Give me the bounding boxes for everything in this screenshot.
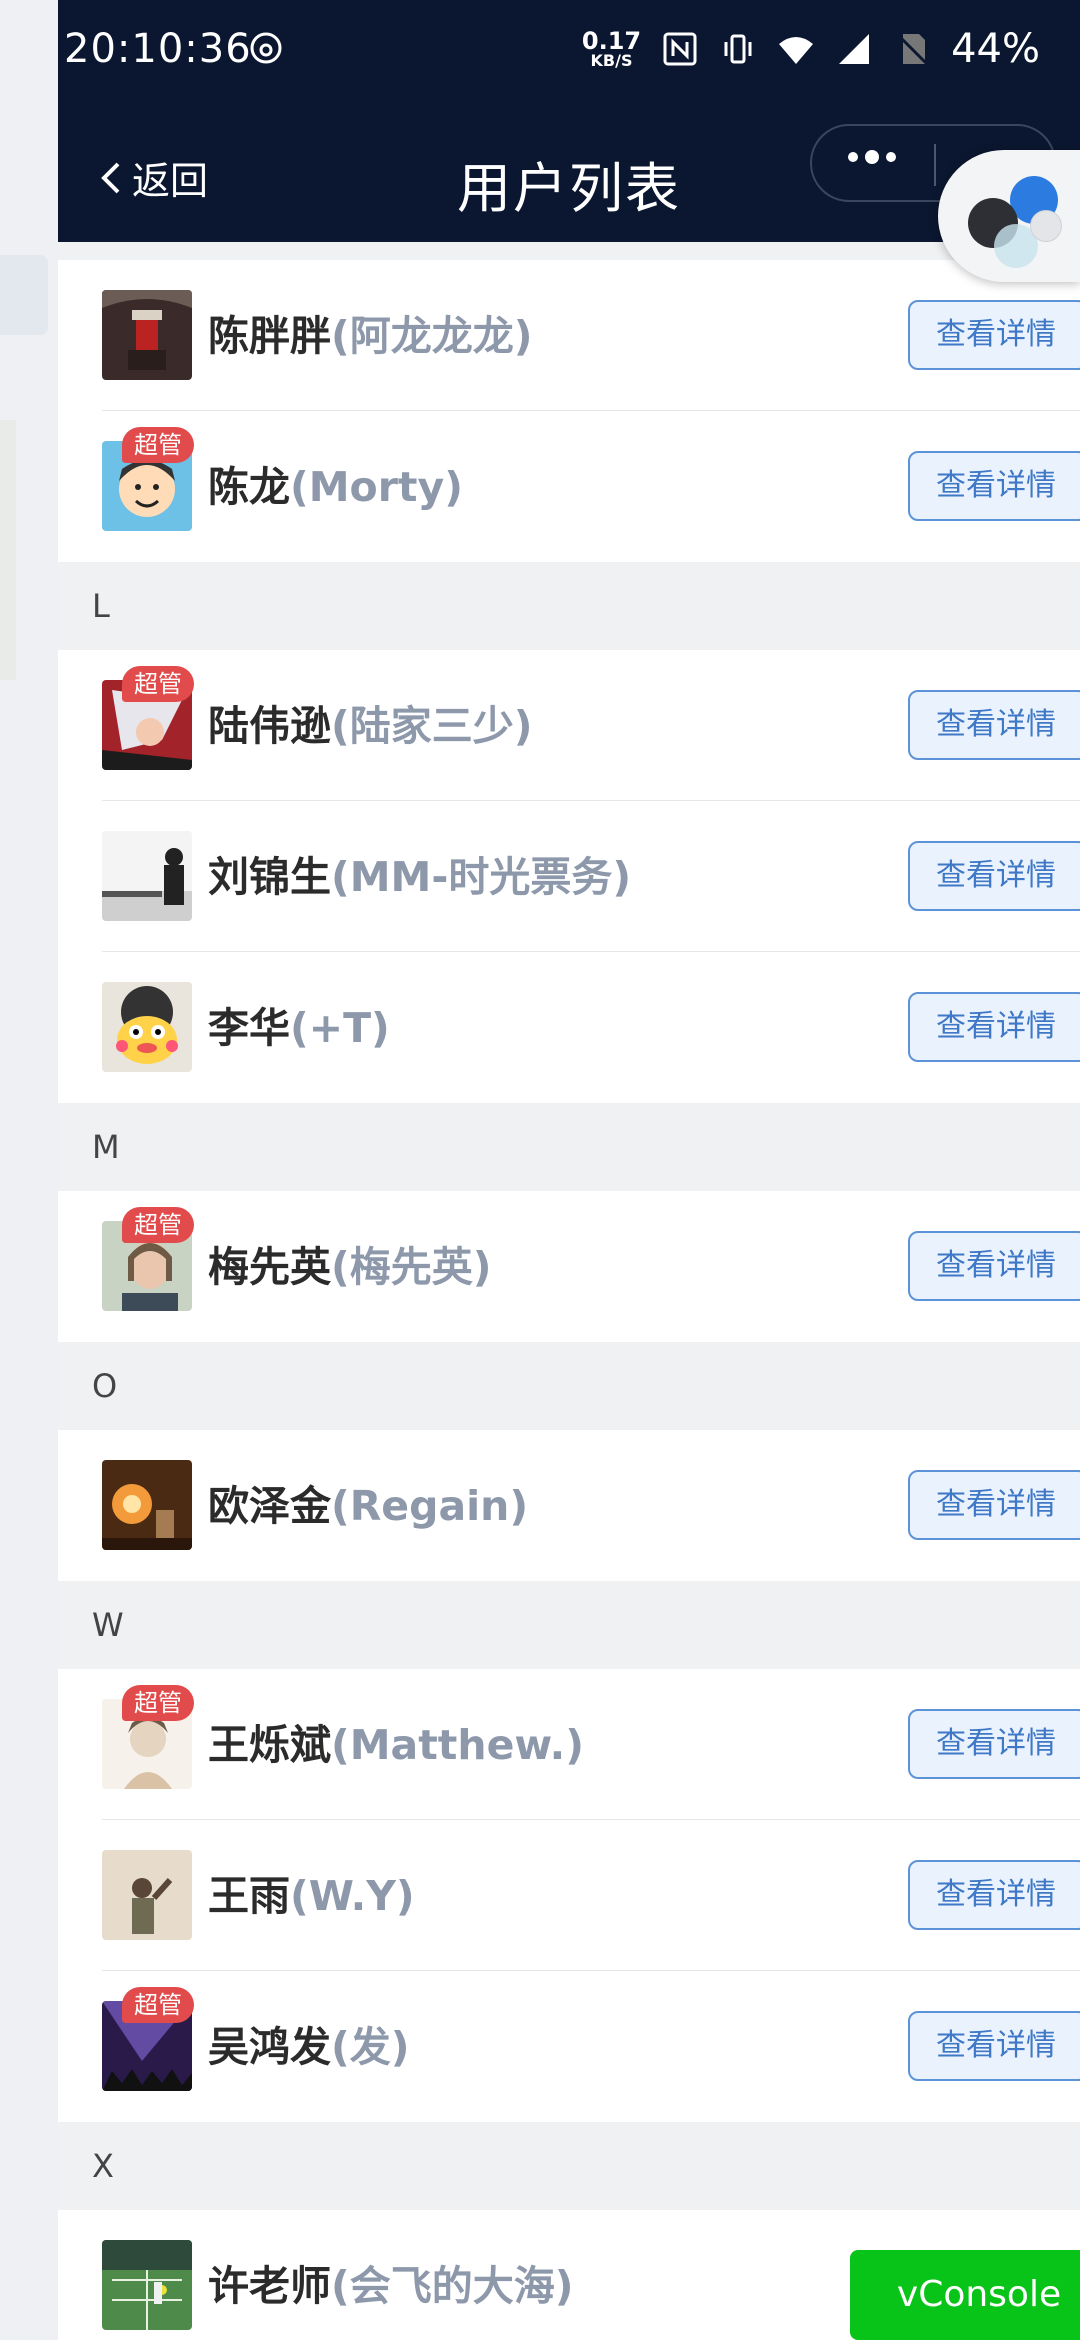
netease-music-icon (250, 32, 282, 64)
view-details-button[interactable]: 查看详情 (908, 992, 1080, 1062)
admin-badge: 超管 (122, 427, 194, 463)
previous-page-block (0, 255, 48, 335)
user-avatar (102, 290, 192, 380)
view-details-button[interactable]: 查看详情 (908, 2011, 1080, 2081)
status-icons: 0.17 KB/S 44% (582, 26, 1040, 72)
user-real-name: 陆伟逊 (208, 702, 331, 750)
admin-badge: 超管 (122, 1987, 194, 2023)
vibrate-icon (724, 34, 752, 64)
user-row: 超管 陆伟逊(陆家三少) 查看详情 (58, 650, 1080, 801)
battery-level: 44% (951, 26, 1040, 72)
user-avatar (102, 1460, 192, 1550)
nfc-icon (663, 32, 697, 66)
user-avatar (102, 2240, 192, 2330)
user-nickname: (会飞的大海) (331, 2262, 574, 2310)
list-top-gap (58, 242, 1080, 260)
user-nickname: (阿龙龙龙) (331, 312, 533, 360)
admin-badge: 超管 (122, 1207, 194, 1243)
user-real-name: 王烁斌 (208, 1721, 331, 1769)
user-nickname: (Matthew.) (331, 1721, 584, 1769)
user-avatar (102, 982, 192, 1072)
user-list: 陈胖胖(阿龙龙龙) 查看详情 超管 陈龙(Morty) 查看详情 L 超管 陆伟逊(陆家三少)… (58, 242, 1080, 2340)
network-speed-unit: KB/S (590, 51, 633, 70)
view-details-button[interactable]: 查看详情 (908, 1470, 1080, 1540)
user-name: 刘锦生(MM-时光票务) (208, 851, 631, 903)
user-real-name: 陈龙 (208, 463, 290, 511)
user-name: 陈胖胖(阿龙龙龙) (208, 310, 532, 362)
more-dot (886, 152, 896, 162)
user-name: 许老师(会飞的大海) (208, 2260, 573, 2312)
view-details-button[interactable]: 查看详情 (908, 690, 1080, 760)
capsule-separator (934, 144, 936, 186)
user-real-name: 吴鸿发 (208, 2023, 331, 2071)
navigation-bar: 返回 用户列表 (58, 110, 1080, 242)
user-row: 超管 王烁斌(Matthew.) 查看详情 (58, 1669, 1080, 1820)
view-details-button[interactable]: 查看详情 (908, 1709, 1080, 1779)
view-details-button[interactable]: 查看详情 (908, 300, 1080, 370)
user-nickname: (MM-时光票务) (331, 853, 632, 901)
previous-page-block (0, 420, 16, 680)
user-real-name: 许老师 (208, 2262, 331, 2310)
user-real-name: 李华 (208, 1004, 290, 1052)
user-nickname: (Morty) (290, 463, 463, 511)
user-nickname: (发) (331, 2023, 410, 2071)
user-name: 王雨(W.Y) (208, 1870, 415, 1922)
no-sim-icon (898, 34, 929, 66)
user-nickname: (Regain) (331, 1482, 529, 1530)
floating-assistant-button[interactable] (938, 150, 1080, 282)
user-list-page: 20:10:36 0.17 KB/S 44% 返回 用户列表 陈胖胖(阿龙龙龙)… (58, 0, 1080, 2340)
user-name: 陆伟逊(陆家三少) (208, 700, 532, 752)
view-details-button[interactable]: 查看详情 (908, 1231, 1080, 1301)
user-name: 王烁斌(Matthew.) (208, 1719, 584, 1771)
user-name: 欧泽金(Regain) (208, 1480, 528, 1532)
user-nickname: (+T) (290, 1004, 390, 1052)
view-details-button[interactable]: 查看详情 (908, 451, 1080, 521)
user-nickname: (梅先英) (331, 1243, 492, 1291)
user-row: 陈胖胖(阿龙龙龙) 查看详情 (58, 260, 1080, 411)
user-nickname: (W.Y) (290, 1872, 415, 1920)
user-avatar (102, 1850, 192, 1940)
more-menu-button[interactable] (848, 150, 896, 164)
view-details-button[interactable]: 查看详情 (908, 841, 1080, 911)
wifi-icon (779, 37, 814, 64)
user-row: 欧泽金(Regain) 查看详情 (58, 1430, 1080, 1581)
user-nickname: (陆家三少) (331, 702, 533, 750)
user-row: 超管 陈龙(Morty) 查看详情 (58, 411, 1080, 562)
admin-badge: 超管 (122, 666, 194, 702)
more-dot (865, 150, 879, 164)
user-real-name: 陈胖胖 (208, 312, 331, 360)
section-header-x: X (58, 2122, 1080, 2210)
user-name: 陈龙(Morty) (208, 461, 463, 513)
user-row: 超管 梅先英(梅先英) 查看详情 (58, 1191, 1080, 1342)
user-row: 刘锦生(MM-时光票务) 查看详情 (58, 801, 1080, 952)
screen: 20:10:36 0.17 KB/S 44% 返回 用户列表 陈胖胖(阿龙龙龙)… (0, 0, 1080, 2340)
user-name: 吴鸿发(发) (208, 2021, 409, 2073)
admin-badge: 超管 (122, 1685, 194, 1721)
user-name: 李华(+T) (208, 1002, 390, 1054)
view-details-button[interactable]: 查看详情 (908, 1860, 1080, 1930)
user-avatar (102, 831, 192, 921)
status-time: 20:10:36 (64, 26, 252, 72)
section-header-w: W (58, 1581, 1080, 1669)
link-icon (1030, 210, 1062, 242)
vconsole-button[interactable]: vConsole (850, 2250, 1080, 2340)
previous-page-edge (0, 0, 58, 2340)
section-header-o: O (58, 1342, 1080, 1430)
user-name: 梅先英(梅先英) (208, 1241, 491, 1293)
user-real-name: 欧泽金 (208, 1482, 331, 1530)
user-row: 超管 吴鸿发(发) 查看详情 (58, 1971, 1080, 2122)
signal-icon (839, 34, 870, 64)
user-real-name: 王雨 (208, 1872, 290, 1920)
user-row: 李华(+T) 查看详情 (58, 952, 1080, 1103)
network-speed: 0.17 KB/S (582, 29, 641, 69)
more-dot (848, 152, 858, 162)
network-speed-value: 0.17 (581, 27, 642, 55)
section-header-l: L (58, 562, 1080, 650)
user-real-name: 刘锦生 (208, 853, 331, 901)
status-bar: 20:10:36 0.17 KB/S 44% (58, 0, 1080, 110)
user-real-name: 梅先英 (208, 1243, 331, 1291)
section-header-m: M (58, 1103, 1080, 1191)
user-row: 王雨(W.Y) 查看详情 (58, 1820, 1080, 1971)
